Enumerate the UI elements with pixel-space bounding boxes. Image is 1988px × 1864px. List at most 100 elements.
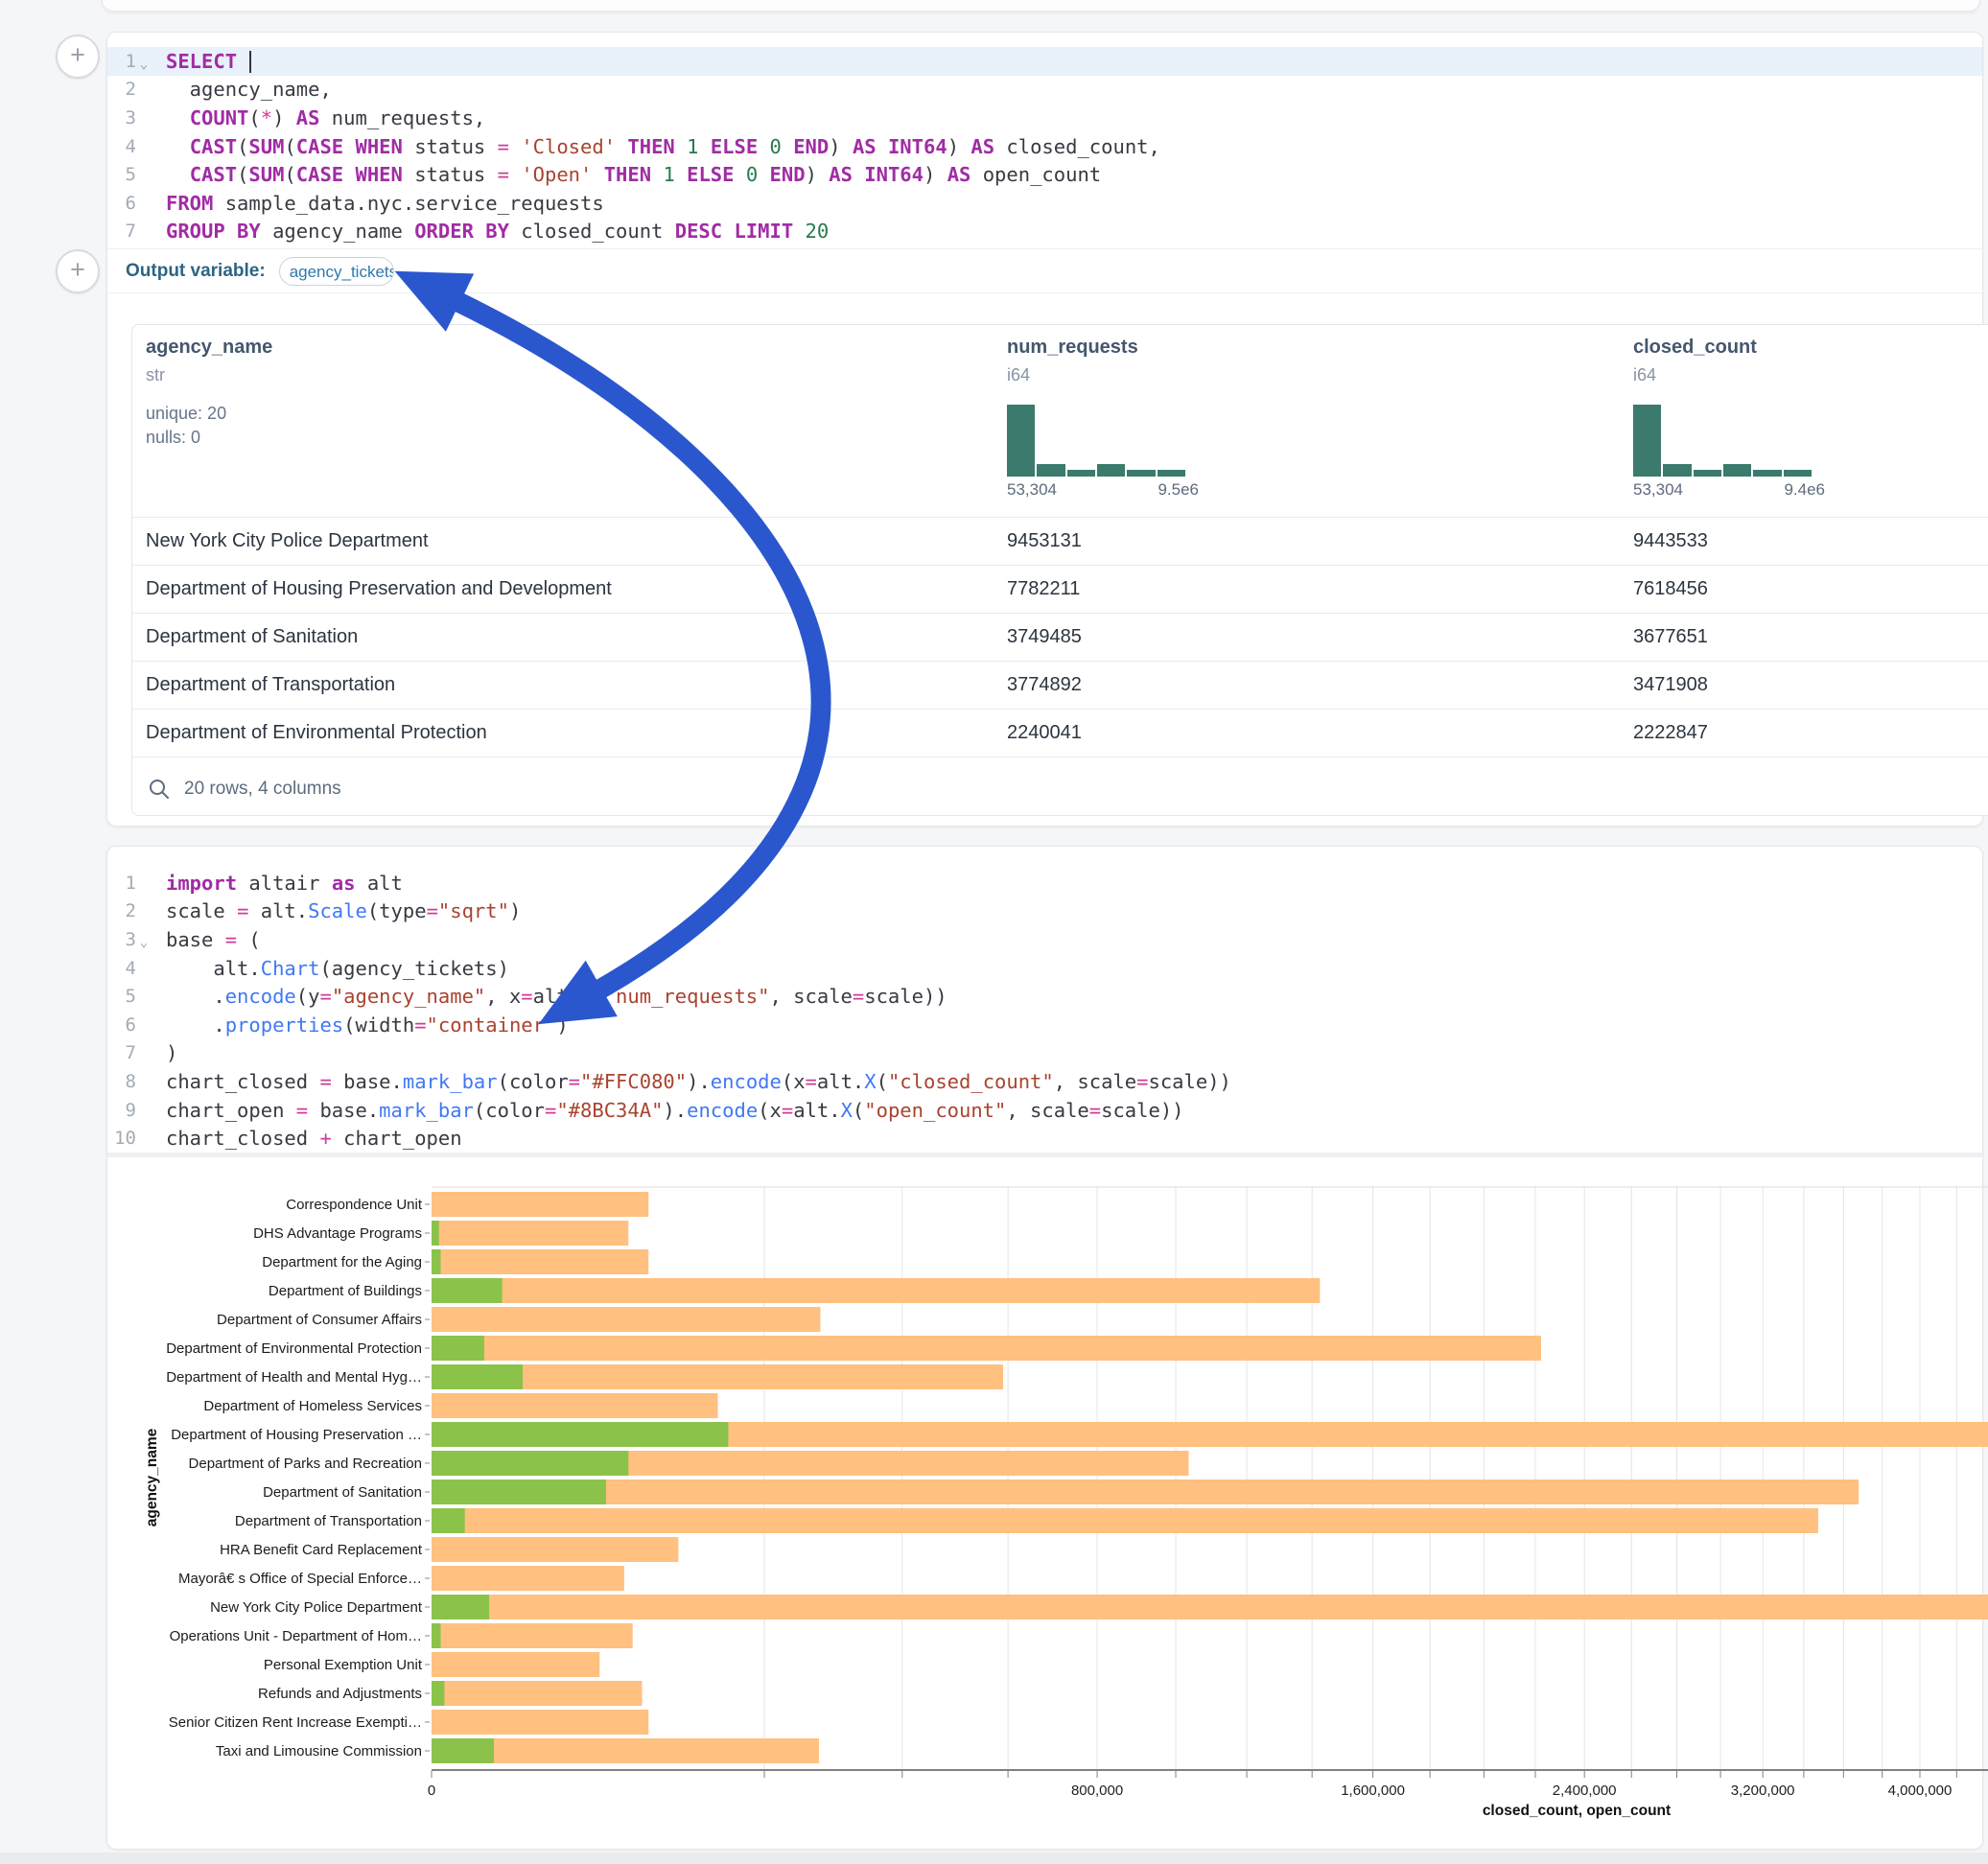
fold-gutter xyxy=(136,200,152,206)
fold-chevron-icon[interactable]: ⌄ xyxy=(136,51,152,72)
x-axis-tick-label: 1,600,000 xyxy=(1341,1782,1405,1799)
column-dtype: str xyxy=(146,365,165,385)
bar-closed-count[interactable] xyxy=(432,1537,678,1562)
bar-closed-count[interactable] xyxy=(432,1393,718,1418)
bar-closed-count[interactable] xyxy=(432,1278,1320,1303)
column-header-num_requests[interactable]: num_requestsi6453,3049.5e6 xyxy=(999,325,1625,517)
bar-open-count[interactable] xyxy=(432,1336,484,1361)
code-line[interactable]: 5 .encode(y="agency_name", x=alt.X("num_… xyxy=(107,982,1982,1011)
bar-open-count[interactable] xyxy=(432,1451,628,1476)
bar-closed-count[interactable] xyxy=(432,1508,1818,1533)
table-row[interactable]: Department of Transportation377489234719… xyxy=(132,661,1988,709)
code-line[interactable]: 1import altair as alt xyxy=(107,869,1982,897)
output-variable-pill[interactable]: agency_tickets xyxy=(279,257,394,286)
bar-open-count[interactable] xyxy=(432,1508,465,1533)
cell-value: 3677651 xyxy=(1625,626,1988,648)
code-line[interactable]: 3⌄base = ( xyxy=(107,925,1982,954)
code-line[interactable]: 4 CAST(SUM(CASE WHEN status = 'Closed' T… xyxy=(107,132,1982,161)
y-axis-title: agency_name xyxy=(144,1428,160,1526)
code-line[interactable]: 10chart_closed + chart_open xyxy=(107,1124,1982,1153)
previous-cell-edge xyxy=(102,0,1980,12)
bar-open-count[interactable] xyxy=(432,1681,444,1706)
bar-open-count[interactable] xyxy=(432,1249,441,1274)
x-axis-tick-label: 0 xyxy=(428,1782,435,1799)
line-number: 3 xyxy=(107,107,136,128)
code-line[interactable]: 7) xyxy=(107,1039,1982,1068)
add-cell-button[interactable]: + xyxy=(56,249,100,293)
fold-gutter xyxy=(136,1050,152,1056)
y-axis-label: Senior Citizen Rent Increase Exempti… xyxy=(169,1714,422,1731)
bar-closed-count[interactable] xyxy=(432,1192,648,1217)
fold-gutter xyxy=(136,908,152,914)
output-variable-label: Output variable: xyxy=(126,261,266,282)
dataframe-footer: 20 rows, 4 columns xyxy=(132,757,1988,816)
code-line[interactable]: 6 .properties(width="container") xyxy=(107,1011,1982,1039)
fold-gutter xyxy=(136,880,152,886)
code-line[interactable]: 5 CAST(SUM(CASE WHEN status = 'Open' THE… xyxy=(107,160,1982,189)
cell-agency-name: Department of Housing Preservation and D… xyxy=(132,578,999,600)
line-number: 10 xyxy=(107,1128,136,1149)
bar-open-count[interactable] xyxy=(432,1422,728,1447)
bar-closed-count[interactable] xyxy=(432,1710,648,1735)
cell-agency-name: Department of Sanitation xyxy=(132,626,999,648)
output-variable-row: Output variable: agency_tickets xyxy=(107,248,1982,293)
line-number: 8 xyxy=(107,1071,136,1092)
y-axis-label: Department of Parks and Recreation xyxy=(189,1456,422,1472)
code-line[interactable]: 4 alt.Chart(agency_tickets) xyxy=(107,954,1982,983)
code-line[interactable]: 6FROM sample_data.nyc.service_requests xyxy=(107,189,1982,218)
table-row[interactable]: Department of Sanitation37494853677651 xyxy=(132,613,1988,661)
bar-closed-count[interactable] xyxy=(432,1249,648,1274)
bar-open-count[interactable] xyxy=(432,1738,494,1763)
histogram-bar xyxy=(1158,470,1185,477)
bar-open-count[interactable] xyxy=(432,1480,606,1504)
code-line[interactable]: 2scale = alt.Scale(type="sqrt") xyxy=(107,897,1982,926)
bar-open-count[interactable] xyxy=(432,1595,489,1619)
sql-editor[interactable]: 1⌄SELECT 2 agency_name,3 COUNT(*) AS num… xyxy=(107,33,1982,245)
add-cell-button[interactable]: + xyxy=(56,35,100,79)
line-number: 2 xyxy=(107,900,136,921)
bar-closed-count[interactable] xyxy=(432,1566,624,1591)
column-name: num_requests xyxy=(1007,337,1138,359)
code-line[interactable]: 3 COUNT(*) AS num_requests, xyxy=(107,104,1982,132)
bar-open-count[interactable] xyxy=(432,1364,523,1389)
code-line[interactable]: 8chart_closed = base.mark_bar(color="#FF… xyxy=(107,1067,1982,1096)
code-line[interactable]: 1⌄SELECT xyxy=(107,47,1982,76)
y-axis-label: Department of Health and Mental Hyg… xyxy=(166,1369,422,1386)
bar-closed-count[interactable] xyxy=(432,1681,642,1706)
x-axis-tick-label: 3,200,000 xyxy=(1731,1782,1795,1799)
bar-open-count[interactable] xyxy=(432,1221,439,1246)
bar-open-count[interactable] xyxy=(432,1623,441,1648)
bar-open-count[interactable] xyxy=(432,1278,503,1303)
bar-closed-count[interactable] xyxy=(432,1480,1859,1504)
bar-closed-count[interactable] xyxy=(432,1623,633,1648)
table-row[interactable]: Department of Housing Preservation and D… xyxy=(132,565,1988,613)
code-line[interactable]: 2 agency_name, xyxy=(107,76,1982,105)
row-count-summary: 20 rows, 4 columns xyxy=(184,779,341,800)
line-number: 6 xyxy=(107,1014,136,1036)
bar-closed-count[interactable] xyxy=(432,1652,599,1677)
fold-gutter xyxy=(136,86,152,92)
column-header-agency_name[interactable]: agency_namestrunique: 20nulls: 0 xyxy=(132,325,999,517)
bar-closed-count[interactable] xyxy=(432,1307,820,1332)
code-line[interactable]: 7GROUP BY agency_name ORDER BY closed_co… xyxy=(107,218,1982,246)
y-axis-label: Department of Housing Preservation … xyxy=(171,1427,422,1443)
bar-closed-count[interactable] xyxy=(432,1595,1988,1619)
code-text: CAST(SUM(CASE WHEN status = 'Closed' THE… xyxy=(166,135,1160,158)
y-axis-label: Department of Homeless Services xyxy=(203,1398,422,1414)
python-editor[interactable]: 1import altair as alt2scale = alt.Scale(… xyxy=(107,847,1982,1153)
fold-chevron-icon[interactable]: ⌄ xyxy=(136,929,152,950)
line-number: 7 xyxy=(107,221,136,242)
column-header-closed_count[interactable]: closed_counti6453,3049.4e6 xyxy=(1625,325,1988,517)
table-row[interactable]: New York City Police Department945313194… xyxy=(132,517,1988,565)
code-line[interactable]: 9chart_open = base.mark_bar(color="#8BC3… xyxy=(107,1096,1982,1125)
bar-closed-count[interactable] xyxy=(432,1336,1541,1361)
bar-closed-count[interactable] xyxy=(432,1221,628,1246)
search-icon[interactable] xyxy=(148,778,171,801)
code-text: SELECT xyxy=(166,50,251,74)
code-text: agency_name, xyxy=(166,78,332,101)
y-axis-label: Correspondence Unit xyxy=(286,1197,423,1213)
cell-value: 7782211 xyxy=(999,578,1625,600)
table-row[interactable]: Department of Environmental Protection22… xyxy=(132,709,1988,757)
histogram-range-labels: 53,3049.4e6 xyxy=(1633,480,1825,500)
histogram-bar xyxy=(1753,470,1781,477)
